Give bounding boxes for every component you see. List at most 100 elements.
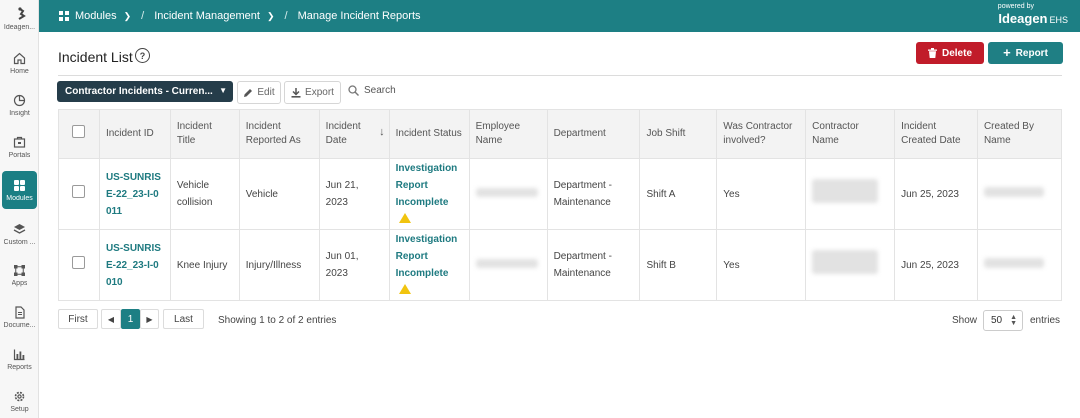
row-select-cell [58, 229, 100, 301]
entries-label: entries [1030, 315, 1061, 326]
column-header[interactable]: Contractor Name [805, 109, 896, 159]
page-size-value: 50 [991, 315, 1003, 326]
breadcrumb-separator: / [284, 10, 288, 22]
column-header[interactable]: Incident Reported As [238, 109, 320, 159]
nav-label: Insight [9, 110, 30, 117]
page-size-select[interactable]: 50 ▲ ▼ [983, 310, 1023, 331]
incident-id-link[interactable]: US-SUNRISE-22_23-I-0010 [98, 229, 171, 301]
header-divider [58, 75, 1062, 76]
breadcrumb-manage-incident-reports: Manage Incident Reports [298, 10, 421, 22]
chevron-left-icon: ◀ [107, 314, 115, 324]
search-label: Search [364, 85, 396, 96]
contractor-involved-cell: Yes [716, 229, 807, 301]
incident-title-cell: Knee Injury [169, 229, 240, 301]
incident-status-cell[interactable]: Investigation Report Incomplete [388, 158, 470, 230]
spinner-icon: ▲ ▼ [1010, 314, 1017, 327]
edit-button[interactable]: Edit [237, 81, 281, 104]
chevron-down-icon: ❯ [266, 10, 275, 21]
search-box[interactable]: Search [348, 85, 396, 96]
ideagen-logo-icon [13, 7, 27, 21]
add-report-button[interactable]: + Report [988, 42, 1063, 64]
nav-item-modules[interactable]: Modules [2, 171, 37, 209]
column-header: Incident Date [325, 121, 361, 146]
top-bar: Modules ❯ / Incident Management ❯ / Mana… [39, 0, 1080, 32]
nav-label: Modules [6, 195, 33, 202]
row-checkbox[interactable] [72, 255, 86, 269]
nav-item-ideagen[interactable]: Ideagen... [0, 0, 39, 38]
export-label: Export [305, 87, 334, 98]
nav-label: Docume... [3, 322, 36, 329]
nav-label: Ideagen... [3, 24, 36, 31]
nav-item-portals[interactable]: Portals [0, 128, 39, 166]
warning-icon [398, 213, 411, 223]
chevron-right-icon: ▶ [146, 314, 153, 324]
nav-item-reports[interactable]: Reports [0, 340, 39, 378]
delete-button[interactable]: Delete [916, 42, 984, 64]
nav-item-home[interactable]: Home [0, 44, 39, 82]
help-icon[interactable]: ? [135, 48, 150, 63]
trash-icon [927, 48, 937, 58]
column-header[interactable]: Incident ID [98, 109, 171, 159]
breadcrumb-incident-management[interactable]: Incident Management ❯ [154, 10, 274, 22]
incident-id-link[interactable]: US-SUNRISE-22_23-I-0011 [98, 158, 171, 230]
saved-view-label: Contractor Incidents - Curren... [65, 86, 213, 97]
incident-title-cell: Vehicle collision [169, 158, 240, 230]
show-label: Show [952, 315, 978, 326]
warning-icon [398, 284, 411, 294]
nav-label: Home [10, 68, 29, 75]
nav-item-setup[interactable]: Setup [0, 382, 39, 418]
department-cell: Department - Maintenance [546, 229, 641, 301]
last-page-button[interactable]: Last [163, 309, 204, 329]
department-cell: Department - Maintenance [546, 158, 641, 230]
row-checkbox[interactable] [72, 184, 86, 198]
plus-icon: + [1003, 45, 1011, 60]
table-row[interactable]: US-SUNRISE-22_23-I-0010 Knee Injury Inju… [58, 229, 1063, 301]
brand-logo: powered by Ideagen EHS [998, 3, 1068, 26]
column-header[interactable]: Created By Name [976, 109, 1063, 159]
layers-icon [13, 222, 27, 236]
nav-item-insight[interactable]: Insight [0, 86, 39, 124]
column-header[interactable]: Incident Title [169, 109, 240, 159]
export-button[interactable]: Export [284, 81, 341, 104]
nav-item-apps[interactable]: Apps [0, 256, 39, 294]
breadcrumb-separator: / [141, 10, 145, 22]
incident-date-cell: Jun 21, 2023 [318, 158, 390, 230]
incident-date-cell: Jun 01, 2023 [318, 229, 390, 301]
saved-view-dropdown[interactable]: Contractor Incidents - Curren... ▼ [57, 81, 233, 102]
pie-chart-icon [13, 93, 27, 107]
contractor-name-cell [805, 158, 896, 230]
next-page-button[interactable]: ▶ [140, 309, 159, 329]
brand-name: Ideagen [998, 11, 1048, 26]
column-header[interactable]: Job Shift [639, 109, 718, 159]
nav-label: Reports [7, 364, 32, 371]
column-header[interactable]: Employee Name [468, 109, 548, 159]
created-by-cell [976, 229, 1063, 301]
column-header[interactable]: Incident Created Date [894, 109, 978, 159]
created-by-cell [976, 158, 1063, 230]
contractor-involved-cell: Yes [716, 158, 807, 230]
apps-icon [13, 263, 27, 277]
column-header-incident-date[interactable]: Incident Date ↓ [318, 109, 390, 159]
column-header[interactable]: Department [546, 109, 641, 159]
table-row[interactable]: US-SUNRISE-22_23-I-0011 Vehicle collisio… [58, 158, 1063, 230]
incident-status-cell[interactable]: Investigation Report Incomplete [388, 229, 470, 301]
gear-icon [13, 389, 27, 403]
page-1-button[interactable]: 1 [121, 309, 140, 329]
first-page-button[interactable]: First [58, 309, 98, 329]
prev-page-button[interactable]: ◀ [101, 309, 121, 329]
breadcrumb-modules[interactable]: Modules ❯ [59, 10, 131, 22]
sort-down-icon: ↓ [379, 126, 385, 138]
column-header[interactable]: Was Contractor involved? [716, 109, 807, 159]
nav-label: Custom ... [3, 239, 36, 246]
redacted-text [812, 179, 879, 203]
select-all-checkbox[interactable] [72, 125, 86, 138]
nav-item-documents[interactable]: Docume... [0, 298, 39, 336]
nav-item-custom[interactable]: Custom ... [0, 215, 39, 253]
job-shift-cell: Shift A [639, 158, 718, 230]
redacted-text [983, 257, 1044, 268]
powered-by-label: powered by [997, 3, 1034, 10]
column-header[interactable]: Incident Status [388, 109, 470, 159]
employee-name-cell [468, 229, 548, 301]
home-icon [13, 51, 27, 65]
pencil-icon [243, 88, 253, 98]
